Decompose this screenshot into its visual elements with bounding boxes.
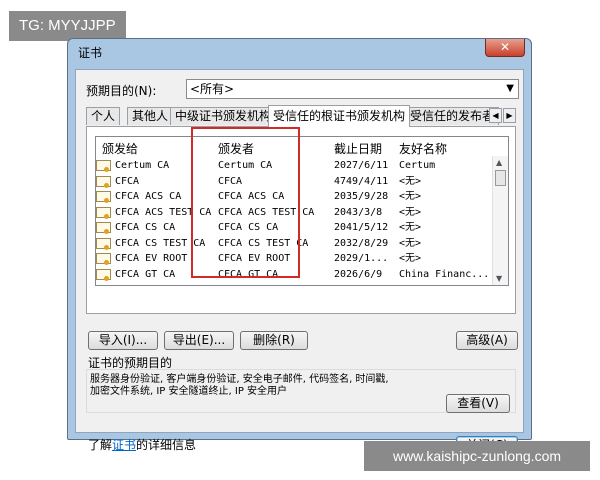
certificates-dialog: 证书 ✕ 预期目的(N): <所有> ▼ 个人 其他人 中级证书颁发机构 受信任… <box>67 38 532 455</box>
certificate-icon <box>96 222 111 234</box>
scroll-up-icon[interactable]: ▲ <box>496 158 502 167</box>
advanced-button[interactable]: 高级(A) <box>456 331 518 350</box>
certificate-list[interactable]: 颁发给 颁发者 截止日期 友好名称 Certum CA Certum CA 2027… <box>95 136 509 286</box>
cell-friendly-name: China Financ... <box>399 268 490 280</box>
cell-friendly-name: <无> <box>399 237 422 249</box>
cell-friendly-name: <无> <box>399 175 422 187</box>
import-button[interactable]: 导入(I)... <box>88 331 158 350</box>
tab-trusted-publishers[interactable]: 受信任的发布者 <box>405 107 500 125</box>
learn-more-text: 了解证书的详细信息 <box>88 436 196 453</box>
cell-expiration: 2027/6/11 <box>334 160 389 171</box>
cell-friendly-name: <无> <box>399 222 422 233</box>
cell-friendly-name: <无> <box>399 253 422 264</box>
cell-expiration: 2029/1... <box>334 253 389 264</box>
cell-friendly-name: Certum <box>399 160 436 171</box>
cell-expiration: 4749/4/11 <box>334 175 389 187</box>
purpose-dropdown[interactable]: <所有> ▼ <box>186 79 519 99</box>
learn-more-suffix: 的详细信息 <box>136 438 197 452</box>
certificate-icon <box>96 175 111 188</box>
tab-scroll-left-icon[interactable]: ◀ <box>489 108 502 123</box>
delete-button[interactable]: 删除(R) <box>240 331 308 350</box>
tab-personal[interactable]: 个人 <box>86 107 121 125</box>
purpose-label: 预期目的(N): <box>86 84 157 98</box>
cell-expiration: 2035/9/28 <box>334 191 389 202</box>
store-tabs: 个人 其他人 中级证书颁发机构 受信任的根证书颁发机构 受信任的发布者 ◀ ▶ <box>86 105 516 127</box>
watermark-bottom: www.kaishipc-zunlong.com <box>364 441 590 471</box>
purposes-text: 服务器身份验证, 客户端身份验证, 安全电子邮件, 代码签名, 时间戳, 加密文… <box>90 374 440 398</box>
column-friendly-name[interactable]: 友好名称 <box>399 140 447 157</box>
window-close-button[interactable]: ✕ <box>485 39 525 57</box>
watermark-top: TG: MYYJJPP <box>9 11 126 41</box>
learn-more-prefix: 了解 <box>88 438 113 452</box>
certificate-icon <box>96 237 111 250</box>
list-header: 颁发给 颁发者 截止日期 友好名称 <box>96 137 508 156</box>
certificate-icon <box>96 191 111 203</box>
purposes-title: 证书的预期目的 <box>88 356 173 370</box>
tab-other-people[interactable]: 其他人 <box>127 107 174 125</box>
scroll-down-icon[interactable]: ▼ <box>496 274 502 283</box>
purposes-line-1: 服务器身份验证, 客户端身份验证, 安全电子邮件, 代码签名, 时间戳, <box>90 374 389 385</box>
tab-scroll-right-icon[interactable]: ▶ <box>503 108 516 123</box>
certificate-icon <box>96 206 111 219</box>
cell-friendly-name: <无> <box>399 206 422 218</box>
cell-expiration: 2026/6/9 <box>334 268 383 280</box>
chevron-down-icon: ▼ <box>506 83 514 94</box>
tab-panel: 颁发给 颁发者 截止日期 友好名称 Certum CA Certum CA 2027… <box>86 126 516 314</box>
view-button[interactable]: 查看(V) <box>446 394 510 413</box>
cell-expiration: 2043/3/8 <box>334 206 383 218</box>
certificate-icon <box>96 253 111 265</box>
learn-more-link[interactable]: 证书 <box>112 438 136 452</box>
cell-expiration: 2041/5/12 <box>334 222 389 233</box>
column-issued-to[interactable]: 颁发给 <box>102 140 138 157</box>
purposes-line-2: 加密文件系统, IP 安全隧道终止, IP 安全用户 <box>90 386 288 397</box>
tab-intermediate-ca[interactable]: 中级证书颁发机构 <box>170 107 277 125</box>
cell-friendly-name: <无> <box>399 191 422 202</box>
certificate-icon <box>96 268 111 281</box>
vertical-scrollbar[interactable]: ▲ ▼ <box>492 156 508 285</box>
export-button[interactable]: 导出(E)... <box>164 331 234 350</box>
scroll-thumb[interactable] <box>495 170 506 186</box>
purpose-value: <所有> <box>190 82 235 96</box>
issued-by-highlight-box <box>191 127 300 278</box>
window-title: 证书 <box>78 46 103 60</box>
cell-expiration: 2032/8/29 <box>334 237 389 249</box>
certificate-icon <box>96 160 111 172</box>
tab-trusted-root-ca[interactable]: 受信任的根证书颁发机构 <box>268 105 411 127</box>
column-expiration[interactable]: 截止日期 <box>334 140 382 157</box>
